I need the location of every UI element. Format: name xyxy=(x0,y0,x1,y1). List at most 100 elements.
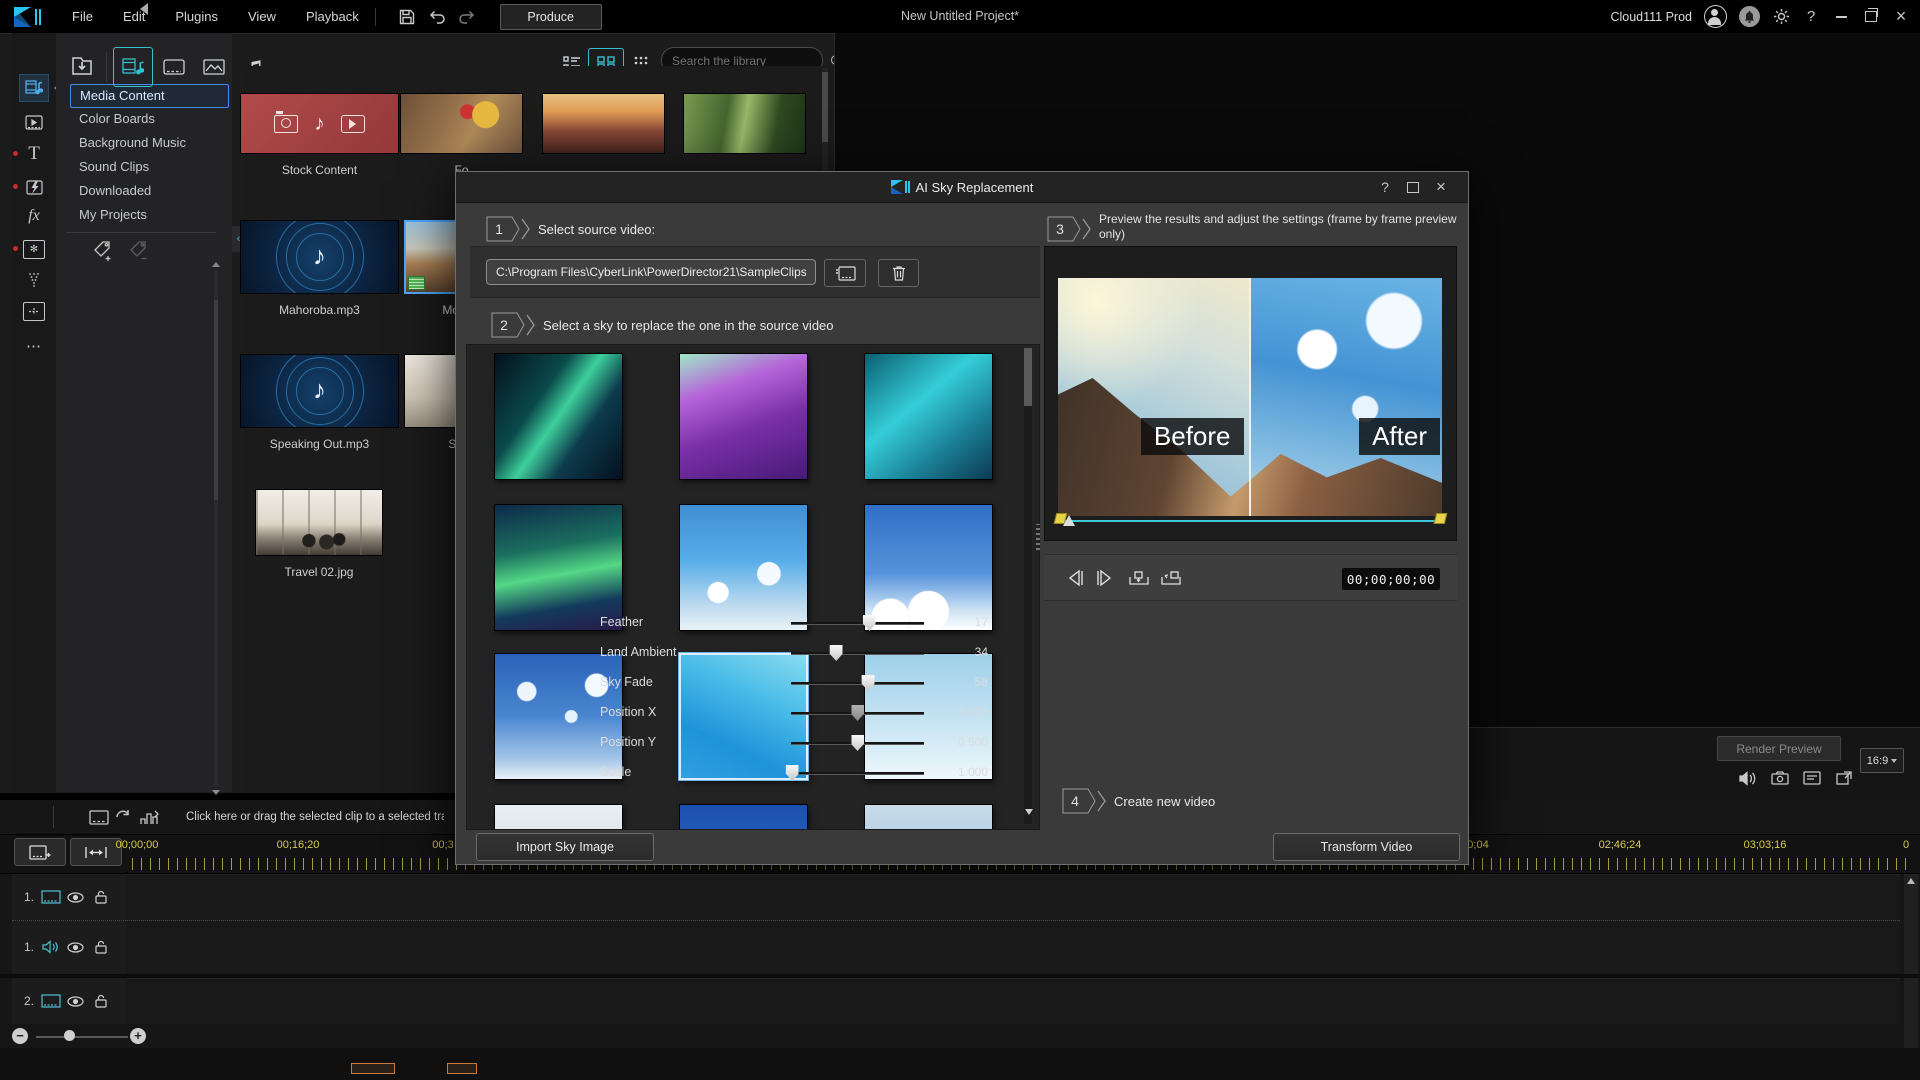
dialog-titlebar[interactable]: AI Sky Replacement xyxy=(456,172,1468,203)
redo-icon[interactable] xyxy=(457,7,477,27)
volume-icon[interactable] xyxy=(1737,768,1759,788)
sidebar-item-titles[interactable]: T xyxy=(20,141,48,167)
category-sound-clips[interactable]: Sound Clips xyxy=(70,156,227,178)
undock-preview-icon[interactable] xyxy=(1833,768,1855,788)
scroll-down-icon[interactable] xyxy=(212,790,220,795)
keyframe-marker-end[interactable] xyxy=(1434,513,1448,524)
add-track-button[interactable] xyxy=(14,838,66,866)
aspect-ratio-select[interactable]: 16:9 xyxy=(1860,748,1904,773)
slider-thumb[interactable] xyxy=(863,615,876,631)
slider-track[interactable] xyxy=(791,682,924,684)
filter-video-button[interactable] xyxy=(154,47,194,87)
import-media-button[interactable] xyxy=(62,47,102,85)
filter-media-button[interactable] xyxy=(113,47,153,87)
filter-photo-button[interactable] xyxy=(194,47,234,87)
sidebar-item-particles[interactable]: ✻ xyxy=(20,236,48,262)
help-icon[interactable]: ? xyxy=(1802,7,1820,27)
dialog-help-icon[interactable]: ? xyxy=(1376,177,1394,197)
library-item-travel-02-jpg[interactable] xyxy=(255,489,383,556)
import-sky-image-button[interactable]: Import Sky Image xyxy=(476,833,654,861)
sky-option-aurora-green-dark[interactable] xyxy=(494,353,623,480)
timecode-display[interactable]: 00;00;00;00 xyxy=(1342,568,1440,590)
audio-track-icon[interactable] xyxy=(40,939,62,955)
library-item-speaking-out-mp3[interactable]: ♪ xyxy=(240,354,399,428)
keyframe-track[interactable] xyxy=(1058,520,1442,522)
remove-video-button[interactable] xyxy=(878,259,919,287)
preview-image[interactable] xyxy=(1058,278,1442,516)
timeline-scroll-left-icon[interactable] xyxy=(140,3,148,15)
zoom-slider-track[interactable] xyxy=(36,1036,128,1038)
track-lock-icon[interactable] xyxy=(88,992,114,1010)
slider-track[interactable] xyxy=(791,652,924,654)
zoom-slider-knob[interactable] xyxy=(64,1030,75,1041)
menu-view[interactable]: View xyxy=(248,9,276,24)
undo-icon[interactable] xyxy=(427,7,447,27)
slider-thumb[interactable] xyxy=(830,645,843,661)
snapshot-icon[interactable] xyxy=(1769,768,1791,788)
minimize-button[interactable] xyxy=(1832,7,1850,27)
slider-thumb[interactable] xyxy=(851,735,864,751)
menu-playback[interactable]: Playback xyxy=(306,9,359,24)
insert-project-icon[interactable] xyxy=(114,807,136,827)
slider-track[interactable] xyxy=(791,742,924,744)
video-track-icon[interactable] xyxy=(40,993,62,1009)
sidebar-item-paint[interactable] xyxy=(20,267,48,293)
category-media-content[interactable]: Media Content xyxy=(70,84,229,108)
slider-track[interactable] xyxy=(791,712,924,714)
before-after-divider[interactable] xyxy=(1249,278,1251,516)
sidebar-item-overlays[interactable] xyxy=(20,109,48,135)
track-content-3[interactable] xyxy=(126,978,1900,1024)
track-visibility-eye-icon[interactable] xyxy=(62,938,88,956)
produce-button[interactable]: Produce xyxy=(500,4,602,30)
save-icon[interactable] xyxy=(397,7,417,27)
account-name[interactable]: Cloud111 Prod xyxy=(1610,10,1692,24)
category-color-boards[interactable]: Color Boards xyxy=(70,108,227,130)
track-visibility-eye-icon[interactable] xyxy=(62,888,88,906)
track-visibility-eye-icon[interactable] xyxy=(62,992,88,1010)
category-background-music[interactable]: Background Music xyxy=(70,132,227,154)
clip-fragment[interactable] xyxy=(351,1063,395,1074)
slider-thumb[interactable] xyxy=(786,765,799,781)
timeline-hint-text[interactable]: Click here or drag the selected clip to … xyxy=(186,800,444,834)
preview-quality-icon[interactable] xyxy=(1801,768,1823,788)
next-frame-button[interactable] xyxy=(1092,565,1118,591)
notification-bell-icon[interactable] xyxy=(1739,6,1760,27)
slider-track[interactable] xyxy=(791,622,924,624)
marker-tool-button[interactable] xyxy=(70,838,122,866)
select-video-button[interactable] xyxy=(824,259,866,287)
zoom-out-button[interactable]: − xyxy=(12,1028,28,1044)
tracks-scroll-up-icon[interactable] xyxy=(1907,878,1915,884)
scroll-up-icon[interactable] xyxy=(212,262,220,267)
render-preview-button[interactable]: Render Preview xyxy=(1717,736,1841,761)
sky-option-aurora-purple[interactable] xyxy=(679,353,808,480)
library-item-mahoroba-mp3[interactable]: ♪ xyxy=(240,220,399,294)
category-my-projects[interactable]: My Projects xyxy=(70,204,227,226)
sky-option-pale-clouds[interactable] xyxy=(864,804,993,830)
sky-option-white-clouds[interactable] xyxy=(494,804,623,830)
previous-keyframe-button[interactable] xyxy=(1126,565,1152,591)
slider-track[interactable] xyxy=(791,772,924,774)
settings-gear-icon[interactable] xyxy=(1772,7,1790,27)
sky-grid-scroll-down-icon[interactable] xyxy=(1025,809,1033,815)
transform-video-button[interactable]: Transform Video xyxy=(1273,833,1460,861)
track-content-2[interactable] xyxy=(126,920,1900,974)
library-item-stock-content[interactable]: ♪ xyxy=(240,93,399,154)
track-lock-icon[interactable] xyxy=(88,938,114,956)
account-avatar-icon[interactable] xyxy=(1704,5,1727,28)
category-scrollbar-thumb[interactable] xyxy=(214,300,218,500)
range-select-icon[interactable] xyxy=(138,807,160,827)
keyframe-playhead[interactable] xyxy=(1063,515,1075,526)
restore-button[interactable] xyxy=(1862,7,1880,27)
zoom-in-button[interactable]: + xyxy=(130,1028,146,1044)
add-tag-icon[interactable] xyxy=(92,240,116,262)
sidebar-item-more[interactable]: ⋯ xyxy=(20,333,48,359)
sky-option-aurora-cyan[interactable] xyxy=(864,353,993,480)
tracks-scrollbar[interactable] xyxy=(1904,874,1918,1048)
dialog-maximize-icon[interactable] xyxy=(1404,177,1422,197)
sidebar-item-masks[interactable] xyxy=(20,298,48,324)
category-downloaded[interactable]: Downloaded xyxy=(70,180,227,202)
sky-grid-scrollbar-thumb[interactable] xyxy=(1024,348,1032,406)
clip-fragment[interactable] xyxy=(447,1063,477,1074)
source-path-input[interactable] xyxy=(486,259,816,285)
sidebar-item-transitions[interactable] xyxy=(20,174,48,200)
